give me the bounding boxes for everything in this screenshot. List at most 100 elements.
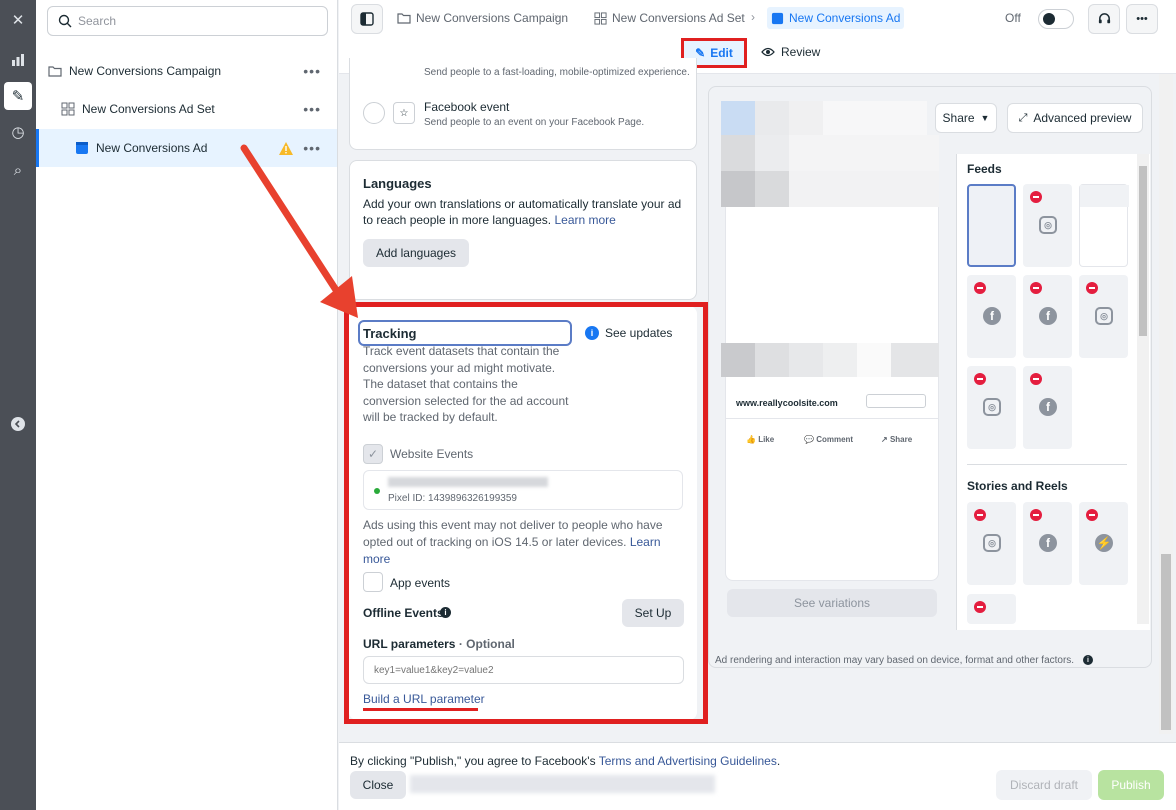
languages-title: Languages <box>363 176 432 191</box>
annotation-box <box>344 302 708 724</box>
annotation-arrow <box>240 144 358 318</box>
terms-link[interactable]: Terms and Advertising Guidelines <box>599 754 777 768</box>
more-icon[interactable]: ••• <box>303 63 321 79</box>
close-icon[interactable]: ✕ <box>4 6 32 34</box>
close-button[interactable]: Close <box>350 771 406 799</box>
folder-icon <box>397 12 411 24</box>
zoom-icon[interactable]: ⌕ <box>4 156 32 184</box>
feeds-title: Feeds <box>967 162 1002 176</box>
placement-tile[interactable]: ◎ <box>1023 184 1072 267</box>
sidebar-item-label: New Conversions Ad Set <box>82 102 215 116</box>
placement-tile-selected[interactable] <box>967 184 1016 267</box>
calendar-icon: ☆ <box>393 102 415 124</box>
facebook-event-title: Facebook event <box>424 100 510 114</box>
help-button[interactable] <box>1088 4 1120 34</box>
discard-draft-button[interactable]: Discard draft <box>996 770 1092 800</box>
facebook-icon: f <box>983 307 1001 325</box>
campaign-sidebar: Search New Conversions Campaign ••• New … <box>36 0 338 810</box>
instagram-icon: ◎ <box>1039 216 1057 234</box>
toggle-label: Off <box>1005 11 1021 25</box>
eye-icon <box>761 47 775 57</box>
placement-tile[interactable]: f <box>1023 502 1072 585</box>
comment-action: 💬 Comment <box>804 435 854 444</box>
chart-icon[interactable] <box>4 46 32 74</box>
facebook-icon: f <box>1039 398 1057 416</box>
share-button[interactable]: Share ▼ <box>935 103 997 133</box>
destination-card: Send people to a fast-loading, mobile-op… <box>349 58 697 150</box>
bottom-bar: By clicking "Publish," you agree to Face… <box>339 742 1176 810</box>
tab-edit-label: Edit <box>710 46 733 60</box>
sidebar-item-adset[interactable]: New Conversions Ad Set ••• <box>36 90 337 128</box>
support-icon <box>1098 12 1110 23</box>
search-input[interactable]: Search <box>47 6 328 36</box>
placement-tile[interactable]: ◎ <box>1079 275 1128 358</box>
add-languages-button[interactable]: Add languages <box>363 239 469 267</box>
destination-desc: Send people to a fast-loading, mobile-op… <box>424 67 690 78</box>
grid-icon <box>61 102 75 116</box>
facebook-icon: f <box>1039 534 1057 552</box>
search-placeholder: Search <box>78 14 117 28</box>
sidebar-item-label: New Conversions Ad <box>96 141 208 155</box>
facebook-event-radio[interactable] <box>363 102 385 124</box>
tab-review-label: Review <box>781 45 821 59</box>
folder-icon <box>48 66 62 77</box>
placement-tile[interactable]: ⚡ <box>1079 502 1128 585</box>
panel-icon <box>360 12 374 26</box>
placements-scrollbar[interactable] <box>1137 154 1149 624</box>
cta-button <box>866 394 926 408</box>
placement-tile[interactable]: f <box>967 275 1016 358</box>
placement-tile[interactable] <box>1079 184 1129 267</box>
advanced-preview-button[interactable]: ⤢ Advanced preview <box>1007 103 1143 133</box>
placement-tile[interactable]: f <box>1023 366 1072 449</box>
publish-button[interactable]: Publish <box>1098 770 1164 800</box>
more-icon[interactable]: ••• <box>303 101 321 117</box>
breadcrumb-campaign[interactable]: New Conversions Campaign <box>397 7 568 29</box>
search-icon <box>58 14 72 28</box>
languages-learn-more-link[interactable]: Learn more <box>554 213 615 227</box>
facebook-icon: f <box>1039 307 1057 325</box>
sidebar-item-label: New Conversions Campaign <box>69 64 222 78</box>
instagram-icon: ◎ <box>983 398 1001 416</box>
placement-tile[interactable]: ◎ <box>967 502 1016 585</box>
ad-site-url: www.reallycoolsite.com <box>736 398 838 408</box>
toggle-panel-button[interactable] <box>351 4 383 34</box>
ad-status-toggle[interactable] <box>1038 9 1074 29</box>
instagram-icon: ◎ <box>1095 307 1113 325</box>
breadcrumb-label: New Conversions Ad Set <box>612 11 745 25</box>
placement-tile[interactable]: f <box>1023 275 1072 358</box>
left-rail: ✕ ✎ ◷ ⌕ <box>0 0 36 810</box>
languages-desc: Add your own translations or automatical… <box>363 197 682 227</box>
main-scrollbar[interactable] <box>1159 74 1173 734</box>
placements-panel: Feeds ◎ f f ◎ ◎ f Stories and Reels ◎ f … <box>956 154 1150 630</box>
clock-icon[interactable]: ◷ <box>4 118 32 146</box>
collapse-icon[interactable] <box>4 410 32 438</box>
chevron-right-icon: › <box>751 10 755 24</box>
messenger-icon: ⚡ <box>1095 534 1113 552</box>
caret-down-icon: ▼ <box>980 113 990 123</box>
see-variations-button[interactable]: See variations <box>727 589 937 617</box>
sidebar-item-campaign[interactable]: New Conversions Campaign ••• <box>36 52 337 90</box>
breadcrumb-label: New Conversions Campaign <box>416 11 569 25</box>
blurred-status <box>410 775 715 793</box>
tab-review[interactable]: Review <box>761 42 820 62</box>
chevron-right-icon: › <box>554 10 558 24</box>
more-button[interactable]: ••• <box>1126 4 1158 34</box>
placement-tile[interactable]: ◎ <box>967 366 1016 449</box>
breadcrumb-ad[interactable]: New Conversions Ad <box>767 7 905 29</box>
languages-card: Languages Add your own translations or a… <box>349 160 697 300</box>
preview-disclaimer: Ad rendering and interaction may vary ba… <box>715 655 1075 666</box>
breadcrumb-adset[interactable]: New Conversions Ad Set <box>594 7 745 29</box>
grid-icon <box>594 11 607 25</box>
ad-icon <box>76 142 88 154</box>
placement-tile[interactable] <box>967 594 1016 624</box>
stories-title: Stories and Reels <box>967 479 1068 493</box>
breadcrumb-label: New Conversions Ad <box>789 11 901 25</box>
expand-icon: ⤢ <box>1018 111 1028 124</box>
terms-text: By clicking "Publish," you agree to Face… <box>350 754 781 768</box>
instagram-icon: ◎ <box>983 534 1001 552</box>
like-action: 👍 Like <box>746 435 775 444</box>
info-icon: i <box>1083 655 1093 665</box>
pencil-icon[interactable]: ✎ <box>4 82 32 110</box>
ad-icon <box>771 12 784 24</box>
share-action: ↗ Share <box>881 435 913 444</box>
